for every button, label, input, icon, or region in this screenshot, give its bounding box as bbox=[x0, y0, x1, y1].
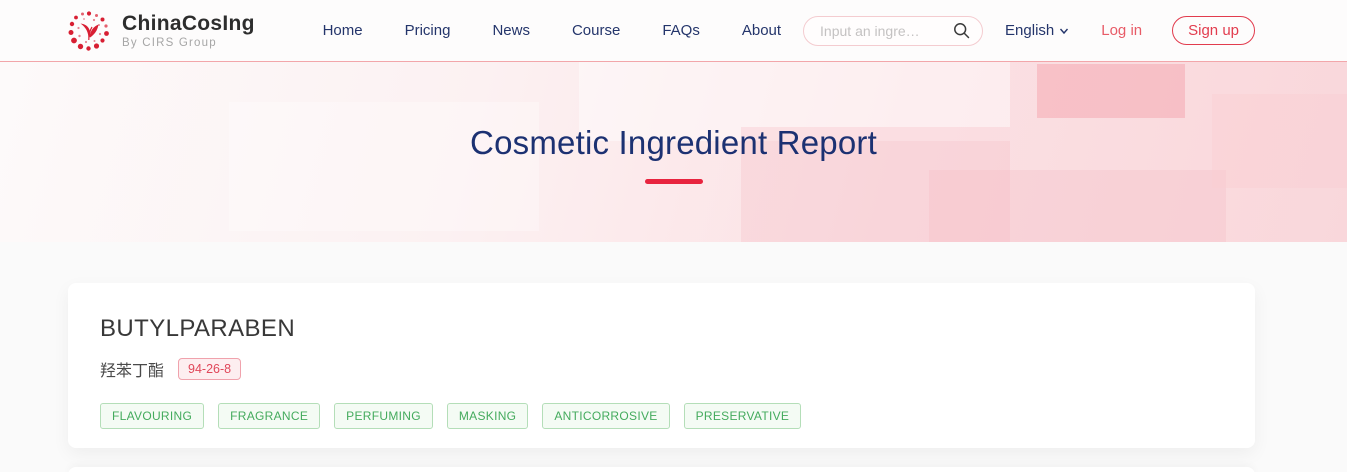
ingredient-search[interactable] bbox=[803, 16, 983, 46]
nav-item[interactable]: About bbox=[742, 22, 781, 39]
chevron-down-icon bbox=[1059, 26, 1069, 36]
language-selector[interactable]: English bbox=[1005, 22, 1069, 39]
logo-subtitle: By CIRS Group bbox=[122, 37, 255, 49]
function-tag[interactable]: MASKING bbox=[447, 403, 528, 429]
nav-item[interactable]: News bbox=[492, 22, 530, 39]
logo[interactable]: ChinaCosIng By CIRS Group bbox=[66, 8, 255, 54]
function-tag[interactable]: ANTICORROSIVE bbox=[542, 403, 669, 429]
nav-item[interactable]: Pricing bbox=[405, 22, 451, 39]
cas-number-badge[interactable]: 94-26-8 bbox=[178, 358, 241, 380]
hero-banner: Cosmetic Ingredient Report bbox=[0, 62, 1347, 242]
function-tag[interactable]: PERFUMING bbox=[334, 403, 433, 429]
page-title: Cosmetic Ingredient Report bbox=[0, 124, 1347, 162]
ingredient-card[interactable]: BUTYLPARABEN 羟苯丁酯 94-26-8 FLAVOURING FRAG… bbox=[68, 283, 1255, 448]
main-nav: Home Pricing News Course FAQs About bbox=[323, 22, 781, 39]
logo-text: ChinaCosIng By CIRS Group bbox=[122, 12, 255, 49]
function-tag[interactable]: FLAVOURING bbox=[100, 403, 204, 429]
function-tags: FLAVOURING FRAGRANCE PERFUMING MASKING ANTIC… bbox=[100, 403, 1223, 429]
search-icon[interactable] bbox=[953, 22, 970, 39]
logo-title: ChinaCosIng bbox=[122, 12, 255, 35]
signup-button[interactable]: Sign up bbox=[1172, 16, 1255, 45]
ingredient-chinese-name: 羟苯丁酯 bbox=[100, 357, 164, 381]
nav-item[interactable]: Course bbox=[572, 22, 620, 39]
title-underline bbox=[645, 179, 703, 184]
top-header: ChinaCosIng By CIRS Group Home Pricing New… bbox=[0, 0, 1347, 62]
function-tag[interactable]: PRESERVATIVE bbox=[684, 403, 802, 429]
function-tag[interactable]: FRAGRANCE bbox=[218, 403, 320, 429]
nav-item[interactable]: FAQs bbox=[662, 22, 700, 39]
nav-item[interactable]: Home bbox=[323, 22, 363, 39]
main-content: BUTYLPARABEN 羟苯丁酯 94-26-8 FLAVOURING FRAG… bbox=[0, 242, 1347, 472]
ingredient-name: BUTYLPARABEN bbox=[100, 315, 1223, 343]
logo-dots-icon bbox=[66, 8, 112, 54]
search-input[interactable] bbox=[820, 23, 953, 39]
next-card-edge bbox=[68, 467, 1255, 472]
login-link[interactable]: Log in bbox=[1101, 22, 1142, 39]
language-label: English bbox=[1005, 22, 1054, 39]
